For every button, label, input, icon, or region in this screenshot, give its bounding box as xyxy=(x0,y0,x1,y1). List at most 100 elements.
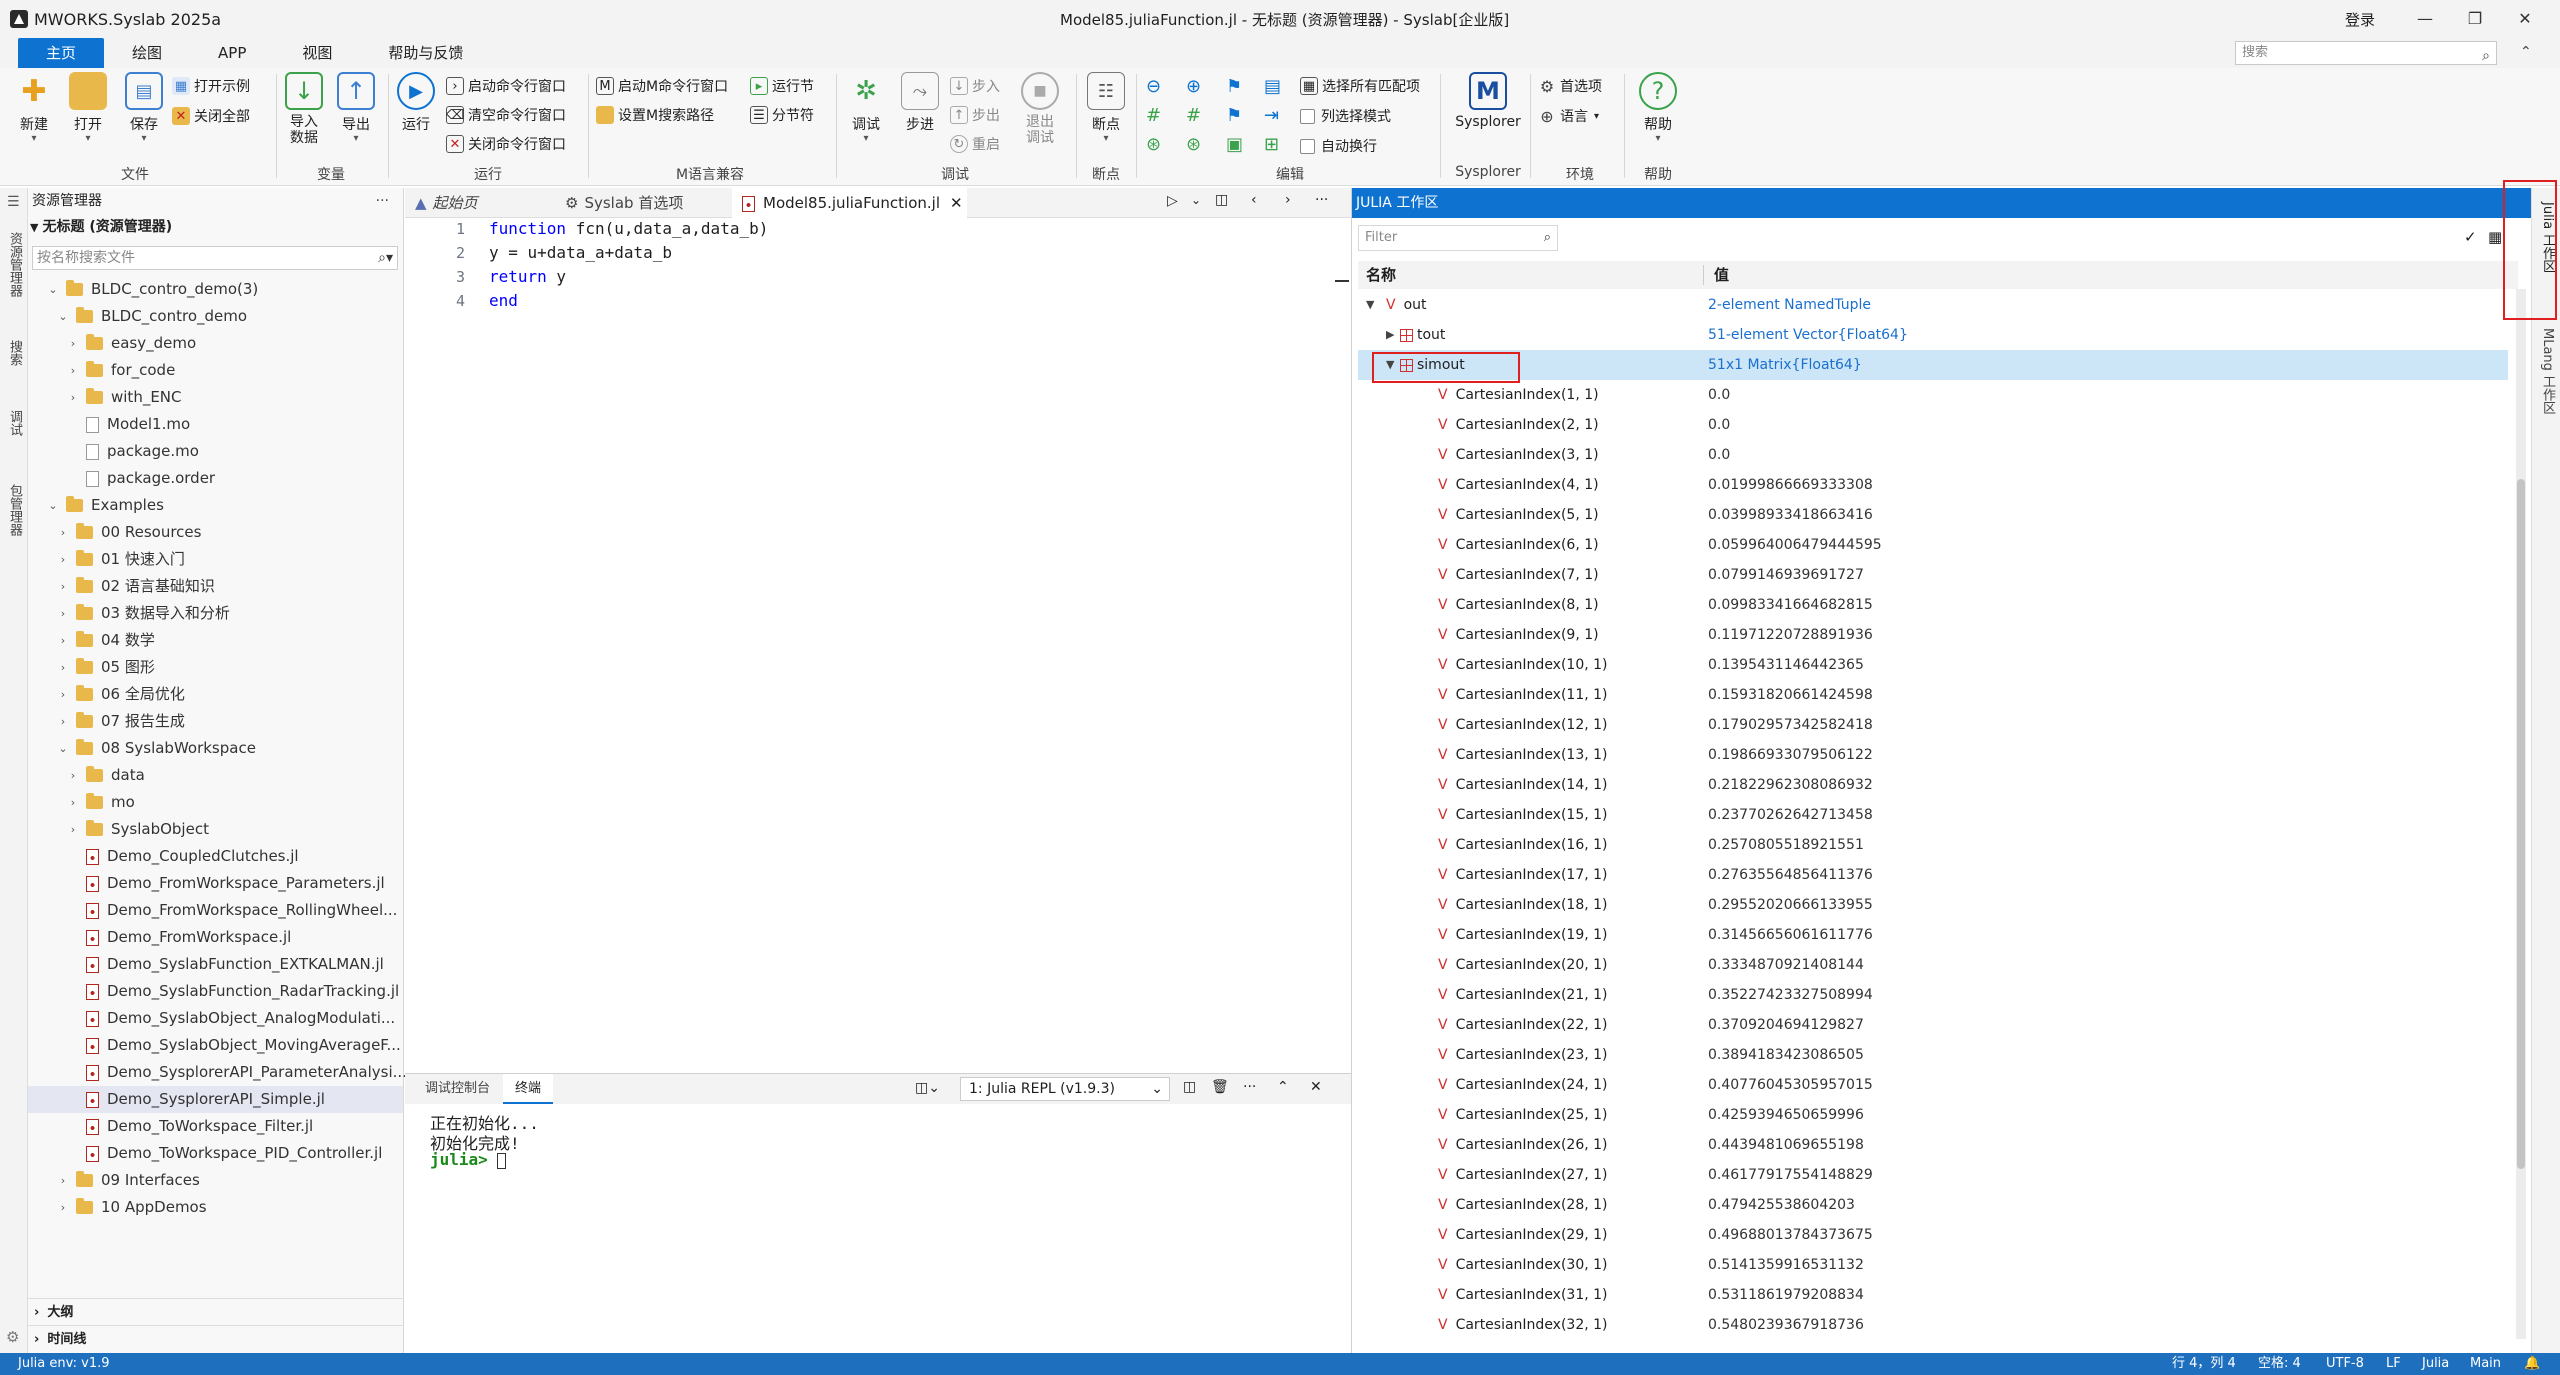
activity-debug[interactable]: 调试 xyxy=(5,410,24,436)
tree-item[interactable]: Demo_FromWorkspace_Parameters.jl xyxy=(86,870,385,897)
tree-item[interactable]: › 03 数据导入和分析 xyxy=(56,600,230,627)
indent-icon[interactable]: ⇥ xyxy=(1264,103,1279,127)
terminal-select[interactable]: 1: Julia REPL (v1.9.3) ⌄ xyxy=(960,1077,1170,1101)
column-select-checkbox[interactable]: 列选择模式 xyxy=(1300,104,1391,128)
status-cursor-position[interactable]: 行 4，列 4 xyxy=(2172,1353,2236,1375)
tree-item[interactable]: › 06 全局优化 xyxy=(56,681,185,708)
matrix-cell-row[interactable]: V CartesianIndex(7, 1) 0.0799146939691727 xyxy=(1358,560,2508,590)
step-out-button[interactable]: ↑ 步出 xyxy=(950,103,1000,127)
tree-item[interactable]: › mo xyxy=(66,789,135,816)
tree-item[interactable]: › 00 Resources xyxy=(56,519,201,546)
tree-item[interactable]: › 10 AppDemos xyxy=(56,1194,207,1221)
matrix-cell-row[interactable]: V CartesianIndex(14, 1) 0.2182296230808693… xyxy=(1358,770,2508,800)
close-icon[interactable]: ✕ xyxy=(2505,6,2545,32)
matrix-cell-row[interactable]: V CartesianIndex(3, 1) 0.0 xyxy=(1358,440,2508,470)
tab-view[interactable]: 视图 xyxy=(274,38,360,68)
step-button[interactable]: ⤳ 步进 xyxy=(898,72,942,134)
matrix-cell-row[interactable]: V CartesianIndex(21, 1) 0.3522742332750899… xyxy=(1358,980,2508,1010)
status-branch[interactable]: Main xyxy=(2470,1353,2501,1375)
tree-item[interactable]: Demo_ToWorkspace_Filter.jl xyxy=(86,1113,313,1140)
tree-item[interactable]: Demo_ToWorkspace_PID_Controller.jl xyxy=(86,1140,382,1167)
language-button[interactable]: ⊕ 语言 ▾ xyxy=(1538,104,1599,128)
block-comment-icon[interactable]: ⊛ xyxy=(1146,132,1161,156)
right-tab-mlang-workspace[interactable]: MLang 工作区 xyxy=(2538,328,2557,414)
tree-item[interactable]: › 05 图形 xyxy=(56,654,155,681)
scrollbar-thumb[interactable] xyxy=(2517,479,2525,1169)
workspace-folder[interactable]: ▼ 无标题 (资源管理器) xyxy=(28,214,403,240)
comment-icon[interactable]: # xyxy=(1146,103,1161,127)
tree-item[interactable]: Demo_SyslabFunction_EXTKALMAN.jl xyxy=(86,951,384,978)
auto-wrap-checkbox[interactable]: 自动换行 xyxy=(1300,134,1377,158)
close-all-button[interactable]: ✕ 关闭全部 xyxy=(172,104,250,128)
select-all-match-button[interactable]: ▦ 选择所有匹配项 xyxy=(1300,74,1420,98)
restart-button[interactable]: ↻ 重启 xyxy=(950,132,1000,156)
bookmark-icon[interactable]: ⚑ xyxy=(1226,74,1242,98)
clear-cmd-button[interactable]: ⌫ 清空命令行窗口 xyxy=(446,103,566,127)
matrix-cell-row[interactable]: V CartesianIndex(29, 1) 0.4968801378437367… xyxy=(1358,1220,2508,1250)
tree-item[interactable]: › 07 报告生成 xyxy=(56,708,185,735)
code-line[interactable]: return y xyxy=(489,267,566,286)
tree-item[interactable]: › 02 语言基础知识 xyxy=(56,573,215,600)
find-icon[interactable]: ⊞ xyxy=(1264,132,1279,156)
collapse-ribbon-icon[interactable]: ⌃ xyxy=(2520,44,2532,60)
tree-item[interactable]: › SyslabObject xyxy=(66,816,209,843)
tab-terminal[interactable]: 终端 xyxy=(503,1074,554,1104)
activity-package-manager[interactable]: 包管理器 xyxy=(5,484,24,536)
chevron-down-icon[interactable]: ⌄ xyxy=(1191,193,1201,207)
matrix-cell-row[interactable]: V CartesianIndex(32, 1) 0.5480239367918736 xyxy=(1358,1310,2508,1340)
tree-item[interactable]: package.order xyxy=(86,465,215,492)
workspace-row-selected[interactable]: ▼ simout 51x1 Matrix{Float64} xyxy=(1358,350,2508,380)
tab-julia-file[interactable]: Model85.juliaFunction.jl ✕ xyxy=(732,188,967,218)
run-file-icon[interactable]: ▷ xyxy=(1167,193,1178,209)
status-eol[interactable]: LF xyxy=(2386,1353,2401,1375)
matrix-cell-row[interactable]: V CartesianIndex(30, 1) 0.5141359916531132 xyxy=(1358,1250,2508,1280)
code-line[interactable]: end xyxy=(489,291,518,310)
notification-bell-icon[interactable]: 🔔 xyxy=(2524,1353,2540,1375)
matrix-cell-row[interactable]: V CartesianIndex(18, 1) 0.2955202066613395… xyxy=(1358,890,2508,920)
menu-icon[interactable]: ☰ xyxy=(7,194,20,210)
tree-item[interactable]: Demo_SyslabObject_MovingAverageF... xyxy=(86,1032,401,1059)
tree-item-selected[interactable]: Demo_SysplorerAPI_Simple.jl xyxy=(28,1086,403,1113)
tree-item[interactable]: Demo_CoupledClutches.jl xyxy=(86,843,299,870)
export-data-button[interactable]: ↑ 导出 ▾ xyxy=(334,72,378,144)
matrix-cell-row[interactable]: V CartesianIndex(4, 1) 0.01999866669333308 xyxy=(1358,470,2508,500)
tree-item[interactable]: ⌄ BLDC_contro_demo(3) xyxy=(46,276,258,303)
tab-welcome[interactable]: ▲ 起始页 xyxy=(405,188,545,218)
run-button[interactable]: ▶ 运行 xyxy=(394,72,438,134)
tree-item[interactable]: ⌄ Examples xyxy=(46,492,164,519)
preferences-button[interactable]: ⚙ 首选项 xyxy=(1538,74,1602,98)
tree-item[interactable]: › 09 Interfaces xyxy=(56,1167,200,1194)
tab-preferences[interactable]: ⚙ Syslab 首选项 xyxy=(555,188,725,218)
matrix-cell-row[interactable]: V CartesianIndex(15, 1) 0.2377026264271345… xyxy=(1358,800,2508,830)
tab-help-feedback[interactable]: 帮助与反馈 xyxy=(360,38,491,68)
tree-item[interactable]: Model1.mo xyxy=(86,411,190,438)
explorer-search-input[interactable]: 按名称搜索文件 ⌕▾ xyxy=(32,246,398,270)
breakpoints-button[interactable]: ☷ 断点 ▾ xyxy=(1084,72,1128,144)
image-icon[interactable]: ▣ xyxy=(1226,132,1243,156)
nav-next-icon[interactable]: › xyxy=(1285,192,1291,208)
terminal-prompt[interactable]: julia> xyxy=(430,1150,507,1169)
status-env[interactable]: Julia env: v1.9 xyxy=(18,1353,110,1375)
matrix-cell-row[interactable]: V CartesianIndex(10, 1) 0.1395431146442365 xyxy=(1358,650,2508,680)
run-section-button[interactable]: ▸ 运行节 xyxy=(750,74,814,98)
outline-section[interactable]: › 大纲 xyxy=(28,1298,403,1325)
login-button[interactable]: 登录 xyxy=(2345,9,2375,30)
var-value[interactable]: 51x1 Matrix{Float64} xyxy=(1708,350,1862,380)
matrix-cell-row[interactable]: V CartesianIndex(2, 1) 0.0 xyxy=(1358,410,2508,440)
tree-item[interactable]: › data xyxy=(66,762,145,789)
start-m-cmd-button[interactable]: M 启动M命令行窗口 xyxy=(596,74,728,98)
matrix-cell-row[interactable]: V CartesianIndex(25, 1) 0.4259394650659996 xyxy=(1358,1100,2508,1130)
matrix-cell-row[interactable]: V CartesianIndex(6, 1) 0.05996400647944459… xyxy=(1358,530,2508,560)
section-break-button[interactable]: ☰ 分节符 xyxy=(750,103,814,127)
status-language[interactable]: Julia xyxy=(2422,1353,2449,1375)
restore-icon[interactable]: ❐ xyxy=(2455,6,2495,32)
new-button[interactable]: ✚ 新建 ▾ xyxy=(12,72,56,144)
close-cmd-button[interactable]: ✕ 关闭命令行窗口 xyxy=(446,132,566,156)
matrix-cell-row[interactable]: V CartesianIndex(24, 1) 0.4077604530595701… xyxy=(1358,1070,2508,1100)
close-tab-icon[interactable]: ✕ xyxy=(950,194,963,212)
settings-gear-icon[interactable]: ⚙ xyxy=(6,1328,19,1346)
var-value[interactable]: 2-element NamedTuple xyxy=(1708,290,1871,320)
uncomment-icon[interactable]: # xyxy=(1186,103,1201,127)
tree-item[interactable]: › for_code xyxy=(66,357,175,384)
import-data-button[interactable]: ↓ 导入 数据 xyxy=(282,72,326,146)
